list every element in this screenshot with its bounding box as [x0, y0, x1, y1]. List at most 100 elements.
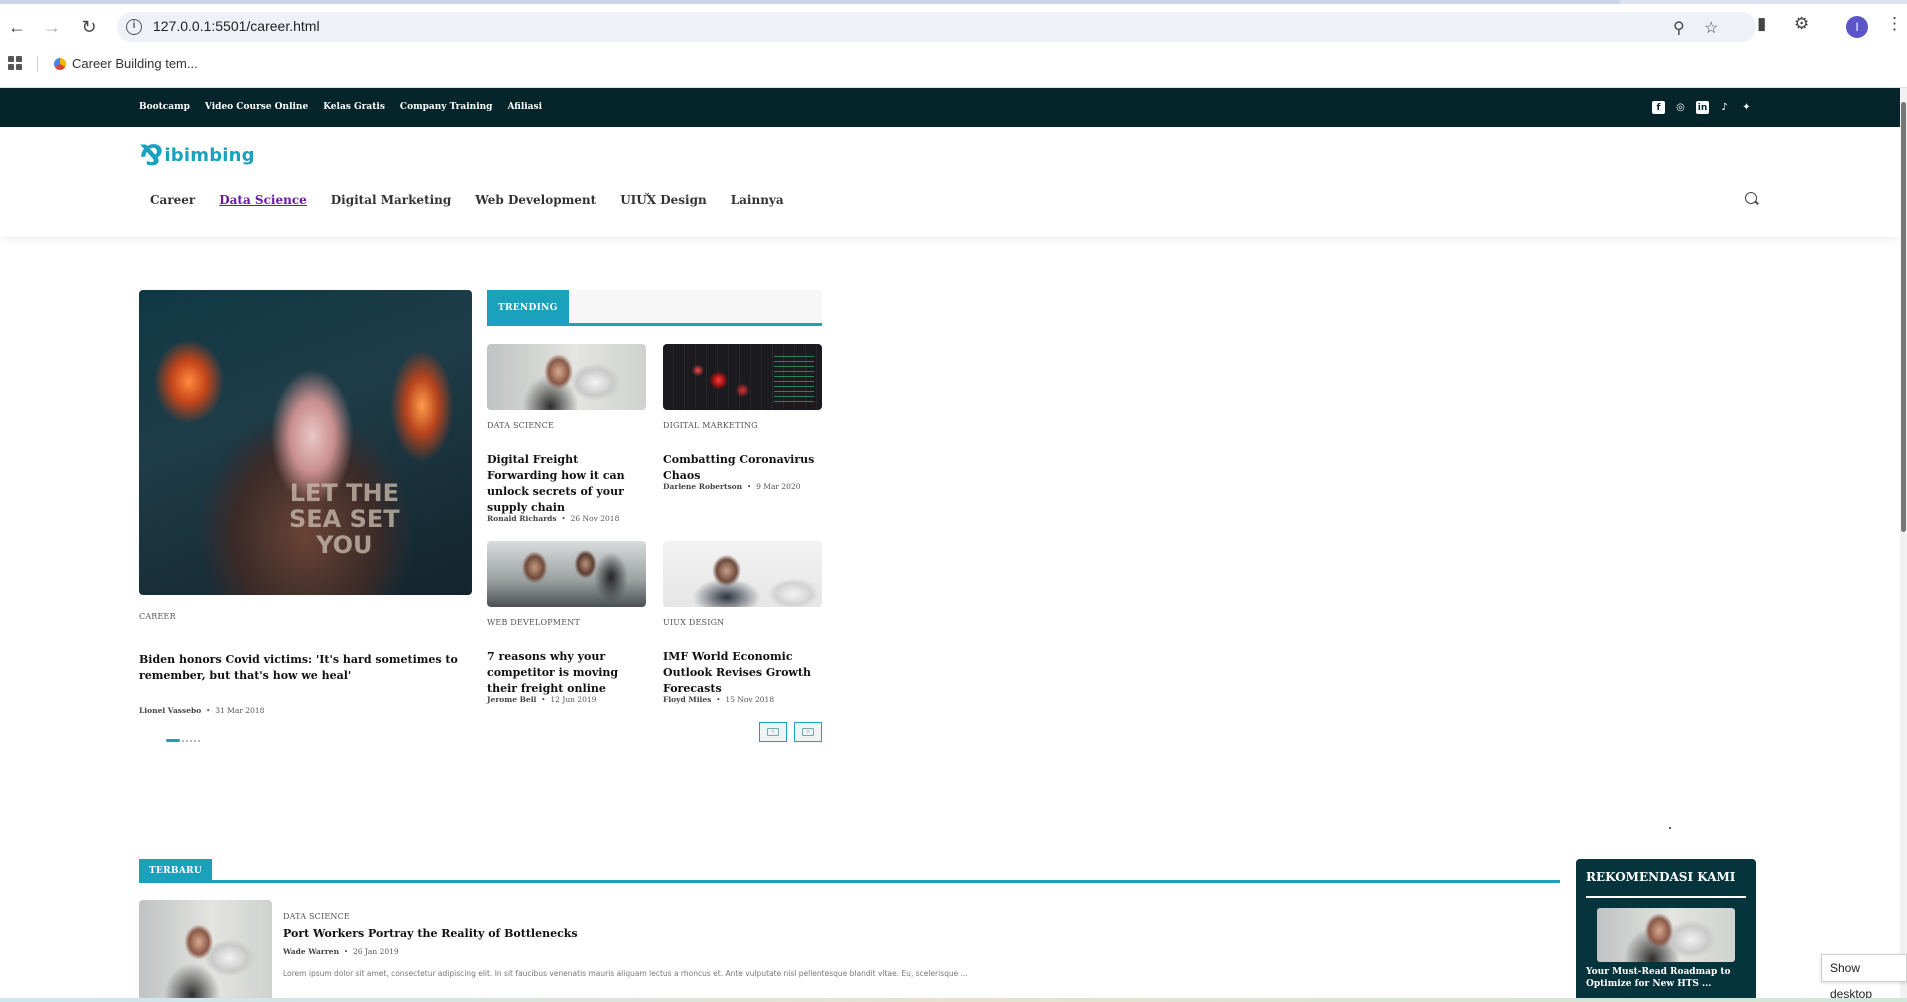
trending-meta: Jerome Bell • 12 Jun 2019 — [487, 695, 596, 704]
meta-separator: • — [341, 947, 351, 956]
nav-item-data-science[interactable]: Data Science — [219, 193, 307, 207]
twitter-icon[interactable]: ✦ — [1740, 101, 1753, 114]
rekomendasi-widget: REKOMENDASI KAMI Your Must-Read Roadmap … — [1576, 859, 1756, 1000]
rekomendasi-divider — [1586, 896, 1746, 898]
back-icon[interactable]: ← — [4, 14, 30, 40]
address-bar[interactable]: i 127.0.0.1:5501/career.html ⚲ ☆ — [117, 12, 1756, 42]
bookmarks-divider — [37, 56, 38, 72]
nav-item-career[interactable]: Career — [150, 193, 195, 207]
terbaru-meta: Wade Warren • 26 Jan 2019 — [283, 947, 399, 956]
meta-separator: • — [713, 695, 723, 704]
zoom-icon[interactable]: ⚲ — [1673, 18, 1685, 38]
apps-grid-icon[interactable] — [8, 56, 22, 70]
search-icon[interactable] — [1745, 192, 1757, 204]
trending-title[interactable]: Digital Freight Forwarding how it can un… — [487, 452, 650, 516]
trending-category[interactable]: DIGITAL MARKETING — [663, 421, 758, 430]
trending-thumb[interactable] — [663, 541, 822, 607]
url-text[interactable]: 127.0.0.1:5501/career.html — [153, 18, 320, 34]
meta-separator: • — [203, 706, 213, 715]
reload-icon[interactable]: ↻ — [76, 14, 102, 40]
nav-item-uiux-design[interactable]: UIUX Design — [620, 193, 707, 207]
featured-date: 31 Mar 2018 — [215, 706, 265, 715]
nav-item-digital-marketing[interactable]: Digital Marketing — [331, 193, 452, 207]
chevron-down-icon[interactable]: ⌄ — [643, 187, 651, 198]
tab-strip — [0, 0, 1907, 4]
browser-toolbar: ← → ↻ i 127.0.0.1:5501/career.html ⚲ ☆ ▮… — [0, 0, 1907, 88]
featured-image-shirt-text: LET THE SEA SET YOU — [289, 479, 400, 559]
trending-thumb[interactable] — [487, 541, 646, 607]
trending-date: 15 Nov 2018 — [725, 695, 775, 704]
topbar-link-bootcamp[interactable]: Bootcamp — [139, 102, 190, 112]
slider-pagination — [166, 739, 200, 742]
slider-dot[interactable] — [182, 739, 184, 742]
trending-category[interactable]: DATA SCIENCE — [487, 421, 554, 430]
tiktok-icon[interactable]: ♪ — [1718, 101, 1731, 114]
trending-tab[interactable]: TRENDING — [487, 290, 569, 326]
site-logo[interactable]: ⅋ ibimbing — [139, 139, 255, 172]
terbaru-tab[interactable]: TERBARU — [139, 859, 213, 883]
slider-dot[interactable] — [186, 739, 188, 742]
trending-author: Ronald Richards — [487, 514, 557, 523]
trending-title[interactable]: IMF World Economic Outlook Revises Growt… — [663, 649, 822, 697]
social-links: f ◎ in ♪ ✦ — [1652, 101, 1753, 114]
next-arrow-icon: › — [802, 728, 814, 736]
trending-date: 26 Nov 2018 — [570, 514, 620, 523]
trending-prev-button[interactable]: ‹ — [759, 722, 787, 742]
trending-meta: Floyd Miles • 15 Nov 2018 — [663, 695, 774, 704]
terbaru-title[interactable]: Port Workers Portray the Reality of Bott… — [283, 926, 783, 942]
side-panel-icon[interactable]: ▮ — [1757, 14, 1766, 34]
trending-thumb[interactable] — [487, 344, 646, 410]
page-scrollbar[interactable] — [1900, 88, 1907, 1002]
topbar-link-video-course[interactable]: Video Course Online — [205, 102, 308, 112]
featured-category[interactable]: CAREER — [139, 612, 176, 621]
topbar-link-company-training[interactable]: Company Training — [400, 102, 493, 112]
trending-next-button[interactable]: › — [794, 722, 822, 742]
topbar-links: Bootcamp Video Course Online Kelas Grati… — [139, 102, 542, 112]
linkedin-icon[interactable]: in — [1696, 101, 1709, 114]
terbaru-category[interactable]: DATA SCIENCE — [283, 912, 350, 921]
topbar-link-kelas-gratis[interactable]: Kelas Gratis — [323, 102, 385, 112]
topbar-link-afiliasi[interactable]: Afiliasi — [507, 102, 542, 112]
bookmarks-bar: Career Building tem... — [0, 50, 1907, 78]
facebook-icon[interactable]: f — [1652, 101, 1665, 114]
rekomendasi-title[interactable]: Your Must-Read Roadmap to Optimize for N… — [1586, 966, 1751, 990]
trending-title[interactable]: Combatting Coronavirus Chaos — [663, 452, 822, 484]
nav-item-lainnya[interactable]: Lainnya — [731, 193, 784, 207]
logo-text: ibimbing — [164, 145, 255, 166]
rekomendasi-heading: REKOMENDASI KAMI — [1586, 870, 1736, 884]
trending-category[interactable]: UIUX DESIGN — [663, 618, 724, 627]
trending-category[interactable]: WEB DEVELOPMENT — [487, 618, 580, 627]
instagram-icon[interactable]: ◎ — [1674, 101, 1687, 114]
prev-arrow-icon: ‹ — [767, 728, 779, 736]
terbaru-thumb[interactable] — [139, 900, 272, 1000]
trending-meta: Darlene Robertson • 9 Mar 2020 — [663, 482, 800, 491]
show-desktop-tooltip: Show desktop — [1821, 954, 1907, 1001]
slider-dot[interactable] — [194, 739, 196, 742]
slider-dot[interactable] — [198, 739, 200, 742]
profile-avatar[interactable]: I — [1846, 16, 1868, 38]
trending-date: 9 Mar 2020 — [756, 482, 801, 491]
meta-separator: • — [559, 514, 569, 523]
menu-kebab-icon[interactable]: ⋮ — [1886, 14, 1903, 34]
featured-image[interactable]: LET THE SEA SET YOU — [139, 290, 472, 595]
bookmark-star-icon[interactable]: ☆ — [1704, 18, 1718, 38]
trending-author: Darlene Robertson — [663, 482, 743, 491]
trending-title[interactable]: 7 reasons why your competitor is moving … — [487, 649, 650, 697]
trending-author: Floyd Miles — [663, 695, 712, 704]
trending-header: TRENDING — [487, 290, 822, 326]
site-info-icon[interactable]: i — [126, 19, 142, 35]
active-tab[interactable] — [0, 0, 1620, 4]
scrollbar-thumb[interactable] — [1901, 102, 1906, 532]
trending-thumb[interactable] — [663, 344, 822, 410]
featured-title[interactable]: Biden honors Covid victims: 'It's hard s… — [139, 652, 469, 684]
trending-meta: Ronald Richards • 26 Nov 2018 — [487, 514, 619, 523]
forward-icon[interactable]: → — [39, 14, 65, 40]
terbaru-header: TERBARU — [139, 859, 1560, 883]
featured-meta: Lionel Vassebo • 31 Mar 2018 — [139, 706, 264, 715]
extensions-icon[interactable]: ⚙ — [1794, 14, 1809, 34]
rekomendasi-thumb[interactable] — [1597, 908, 1735, 962]
bookmark-career-building[interactable]: Career Building tem... — [54, 56, 198, 71]
nav-item-web-development[interactable]: Web Development — [475, 193, 596, 207]
slider-dot-active[interactable] — [166, 739, 180, 742]
slider-dot[interactable] — [190, 739, 192, 742]
